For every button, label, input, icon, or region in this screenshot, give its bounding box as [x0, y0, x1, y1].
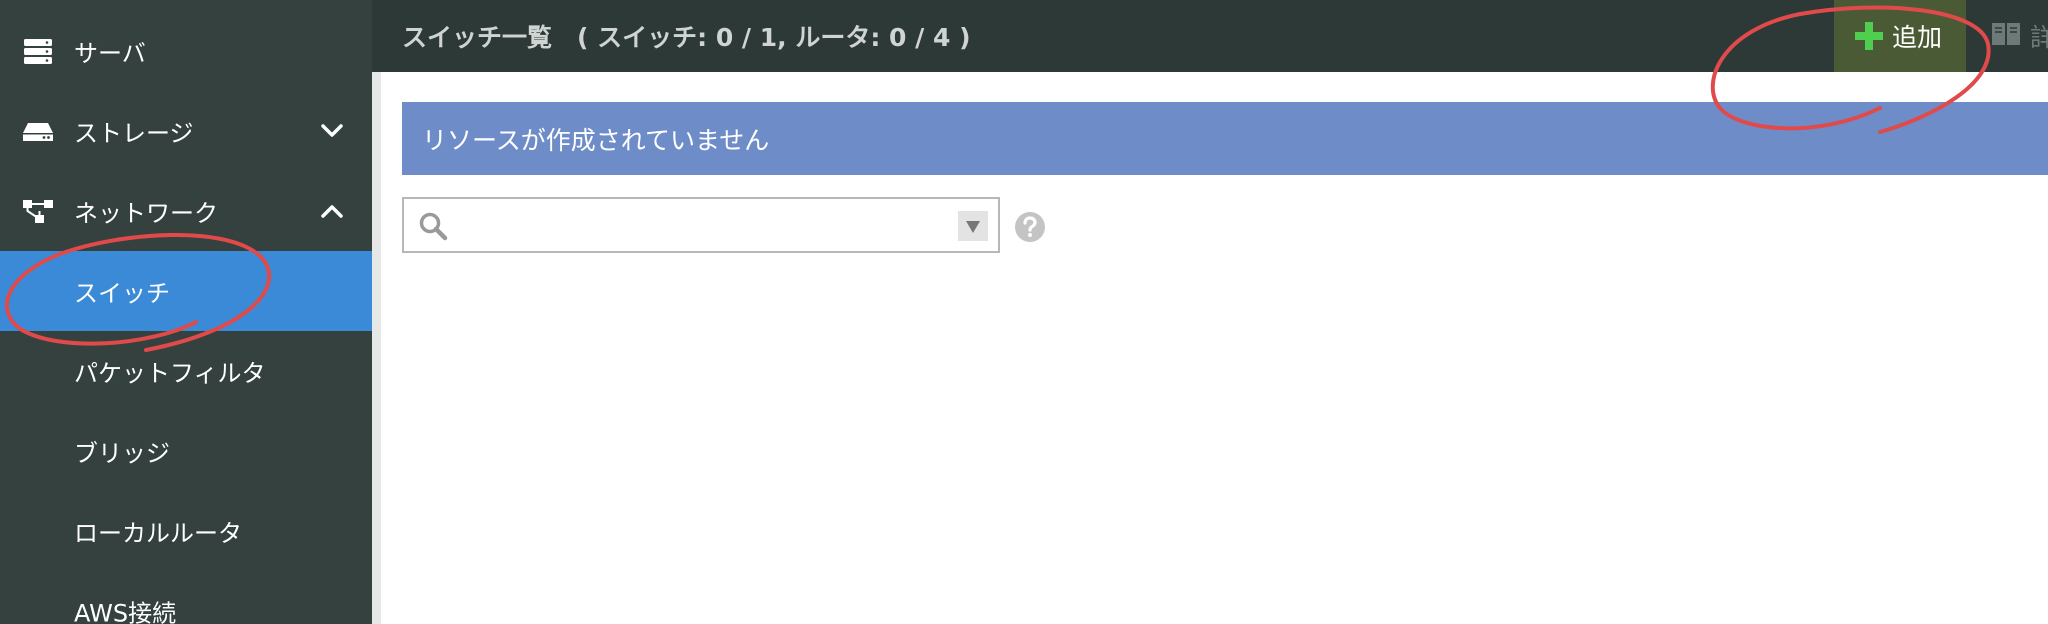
empty-state-banner: リソースが作成されていません: [402, 102, 2048, 175]
sidebar-item-label: ネットワーク: [74, 199, 218, 228]
sidebar-item-aws-connect[interactable]: AWS接続: [0, 571, 372, 624]
sidebar-divider: [372, 0, 381, 624]
help-icon[interactable]: [1014, 211, 1046, 243]
banner-text: リソースが作成されていません: [422, 125, 770, 155]
add-button-label: 追加: [1892, 23, 1943, 52]
sidebar: サーバ ストレージ ネットワーク スイッチ パケットフィルタ ブリッジ ローカル…: [0, 0, 372, 624]
sidebar-item-label: ローカルルータ: [74, 519, 242, 548]
sidebar-item-local-router[interactable]: ローカルルータ: [0, 491, 372, 571]
page-title: スイッチ一覧 ( スイッチ: 0 / 1, ルータ: 0 / 4 ): [402, 23, 971, 52]
sidebar-item-label: ストレージ: [74, 119, 194, 148]
search-input[interactable]: [456, 207, 860, 245]
storage-icon: [23, 123, 53, 141]
sidebar-item-label: ブリッジ: [74, 439, 170, 468]
sidebar-item-switch[interactable]: スイッチ: [0, 251, 372, 331]
add-button[interactable]: 追加: [1834, 0, 1966, 72]
sidebar-item-bridge[interactable]: ブリッジ: [0, 411, 372, 491]
sidebar-item-storage[interactable]: ストレージ: [0, 91, 372, 171]
server-icon: [24, 39, 52, 64]
sidebar-item-label: AWS接続: [74, 599, 177, 624]
caret-down-icon: [966, 221, 980, 233]
sidebar-item-server[interactable]: サーバ: [0, 11, 372, 91]
header: スイッチ一覧 ( スイッチ: 0 / 1, ルータ: 0 / 4 ) 追加 詳: [372, 0, 2048, 72]
header-cut-label[interactable]: 詳: [2030, 18, 2048, 54]
sidebar-item-label: サーバ: [74, 39, 146, 68]
app: サーバ ストレージ ネットワーク スイッチ パケットフィルタ ブリッジ ローカル…: [0, 0, 2048, 624]
search-box[interactable]: [402, 197, 1000, 253]
search-icon: [419, 212, 448, 241]
book-icon[interactable]: [1990, 18, 2022, 48]
sidebar-item-network[interactable]: ネットワーク: [0, 171, 372, 251]
sidebar-item-packet-filter[interactable]: パケットフィルタ: [0, 331, 372, 411]
plus-icon: [1855, 22, 1883, 50]
chevron-down-icon: [321, 124, 343, 137]
chevron-up-icon: [321, 205, 343, 218]
search-dropdown-button[interactable]: [958, 211, 988, 241]
sidebar-item-label: パケットフィルタ: [74, 359, 266, 388]
sidebar-item-label: スイッチ: [74, 279, 170, 308]
network-icon: [23, 200, 53, 223]
